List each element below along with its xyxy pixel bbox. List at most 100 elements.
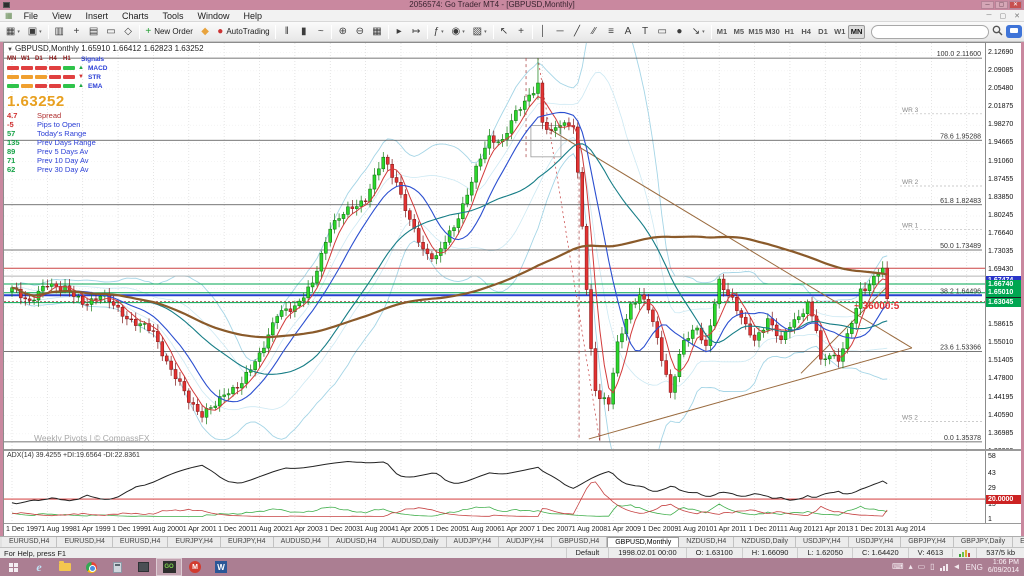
market-watch-button[interactable]: ▥	[52, 24, 67, 40]
collapse-ohlc-icon[interactable]: ▼	[7, 47, 13, 53]
tile-windows-button[interactable]: ▦	[369, 24, 384, 40]
menu-item-window[interactable]: Window	[190, 10, 236, 22]
clock[interactable]: 1:06 PM 6/09/2014	[988, 559, 1019, 575]
data-window-button[interactable]: +	[69, 24, 84, 40]
chart-tab-gbpusd-monthly[interactable]: GBPUSD,Monthly	[607, 537, 679, 547]
chart-tab-euraud-h4[interactable]: EURAUD,H4	[1013, 537, 1024, 547]
taskbar-go-trader[interactable]: GO	[156, 558, 182, 576]
timeframe-m1[interactable]: M1	[714, 25, 731, 39]
text-button[interactable]: A	[621, 24, 636, 40]
menu-item-file[interactable]: File	[17, 10, 46, 22]
time-axis[interactable]: 1 Dec 19971 Aug 19981 Apr 19991 Dec 1999…	[4, 524, 1021, 536]
chart-tab-audjpy-h4[interactable]: AUDJPY,H4	[447, 537, 500, 547]
rectangle-button[interactable]: ▭	[655, 24, 670, 40]
chart-tab-gbpjpy-daily[interactable]: GBPJPY,Daily	[954, 537, 1013, 547]
bar-chart-button[interactable]: ‖	[279, 24, 294, 40]
taskbar-file-explorer[interactable]	[52, 558, 78, 576]
adx-indicator-pane[interactable]: ADX(14) 39.4255 +DI:19.6564 -DI:22.8361	[4, 451, 985, 523]
power-icon[interactable]: ▯	[930, 558, 934, 576]
child-restore-button[interactable]: ▢	[996, 12, 1011, 20]
zoom-out-button[interactable]: ⊖	[352, 24, 367, 40]
timeframe-m5[interactable]: M5	[730, 25, 747, 39]
templates-button[interactable]: ▧▾	[470, 24, 490, 40]
horizontal-line-button[interactable]: ─	[553, 24, 568, 40]
crosshair-button[interactable]: +	[514, 24, 529, 40]
vertical-line-button[interactable]: │	[536, 24, 551, 40]
language-indicator[interactable]: ENG	[966, 563, 983, 572]
status-profile[interactable]: Default	[566, 548, 609, 558]
periods-button[interactable]: ◉▾	[449, 24, 468, 40]
profiles-button[interactable]: ▣▾	[25, 24, 45, 40]
trend-line-button[interactable]: ╱	[570, 24, 585, 40]
chart-tab-eurjpy-h4[interactable]: EURJPY,H4	[168, 537, 221, 547]
menu-item-tools[interactable]: Tools	[155, 10, 190, 22]
chart-window[interactable]: ▼GBPUSD,Monthly 1.65910 1.66412 1.62823 …	[3, 42, 1021, 536]
taskbar-terminal[interactable]	[130, 558, 156, 576]
menu-item-view[interactable]: View	[45, 10, 78, 22]
chart-tab-audusd-daily[interactable]: AUDUSD,Daily	[384, 537, 446, 547]
community-button[interactable]	[1006, 25, 1022, 38]
cursor-button[interactable]: ↖	[497, 24, 512, 40]
chart-tab-usdjpy-h4[interactable]: USDJPY,H4	[849, 537, 902, 547]
timeframe-h1[interactable]: H1	[781, 25, 798, 39]
menu-item-help[interactable]: Help	[237, 10, 270, 22]
taskbar-start[interactable]	[0, 558, 26, 576]
chart-tab-usdjpy-h4[interactable]: USDJPY,H4	[796, 537, 849, 547]
ohlc-info-line[interactable]: ▼GBPUSD,Monthly 1.65910 1.66412 1.62823 …	[7, 44, 204, 53]
child-minimize-button[interactable]: ─	[983, 12, 996, 19]
menu-item-charts[interactable]: Charts	[115, 10, 156, 22]
timeframe-h4[interactable]: H4	[798, 25, 815, 39]
timeframe-d1[interactable]: D1	[815, 25, 832, 39]
candlestick-chart-button[interactable]: ▮	[296, 24, 311, 40]
chart-surface[interactable]: ▼GBPUSD,Monthly 1.65910 1.66412 1.62823 …	[4, 43, 985, 449]
chart-tab-eurusd-h4[interactable]: EURUSD,H4	[57, 537, 112, 547]
chart-tab-nzdusd-h4[interactable]: NZDUSD,H4	[679, 537, 734, 547]
equidistant-channel-button[interactable]: ∕∕	[587, 24, 602, 40]
strategy-tester-button[interactable]: ◇	[121, 24, 136, 40]
minimize-button[interactable]: ─	[981, 1, 994, 9]
timeframe-mn[interactable]: MN	[848, 25, 865, 39]
zoom-in-button[interactable]: ⊕	[335, 24, 350, 40]
maximize-button[interactable]: ▢	[995, 1, 1008, 9]
menu-item-insert[interactable]: Insert	[78, 10, 115, 22]
chart-tab-audusd-h4[interactable]: AUDUSD,H4	[274, 537, 329, 547]
ellipse-button[interactable]: ●	[672, 24, 687, 40]
auto-scroll-button[interactable]: ▸	[392, 24, 407, 40]
navigator-button[interactable]: ▤	[86, 24, 101, 40]
chart-tab-eurusd-h4[interactable]: EURUSD,H4	[113, 537, 168, 547]
chart-shift-button[interactable]: ↦	[409, 24, 424, 40]
search-input[interactable]	[871, 25, 989, 39]
taskbar-metatrader[interactable]: M	[182, 558, 208, 576]
timeframe-w1[interactable]: W1	[831, 25, 848, 39]
fibonacci-retracement-button[interactable]: ≡	[604, 24, 619, 40]
metaeditor-button[interactable]: ◆	[198, 24, 213, 40]
show-hidden-icons[interactable]: ▴	[909, 558, 913, 576]
autotrading-button[interactable]: ●AutoTrading	[215, 24, 273, 40]
arrows-button[interactable]: ↘▾	[689, 24, 708, 40]
close-button[interactable]: ✕	[1009, 1, 1022, 9]
chart-tab-eurjpy-h4[interactable]: EURJPY,H4	[221, 537, 274, 547]
chart-tab-audjpy-h4[interactable]: AUDJPY,H4	[499, 537, 552, 547]
touch-keyboard-icon[interactable]: ⌨	[892, 558, 904, 576]
text-label-button[interactable]: T	[638, 24, 653, 40]
new-chart-button[interactable]: ▦▾	[3, 24, 23, 40]
chart-tab-eurusd-h4[interactable]: EURUSD,H4	[2, 537, 57, 547]
taskbar-word[interactable]: W	[208, 558, 234, 576]
new-order-button[interactable]: +New Order	[143, 24, 196, 40]
indicators-button[interactable]: ƒ▾	[431, 24, 447, 40]
taskbar-chrome[interactable]	[78, 558, 104, 576]
line-chart-button[interactable]: ~	[313, 24, 328, 40]
volume-icon[interactable]: ◄	[953, 558, 961, 576]
chart-tab-nzdusd-daily[interactable]: NZDUSD,Daily	[734, 537, 796, 547]
child-close-button[interactable]: ✕	[1010, 12, 1024, 20]
timeframe-m30[interactable]: M30	[764, 25, 781, 39]
chart-tab-gbpusd-h4[interactable]: GBPUSD,H4	[552, 537, 607, 547]
chart-tab-gbpjpy-h4[interactable]: GBPJPY,H4	[901, 537, 954, 547]
chart-tab-audusd-h4[interactable]: AUDUSD,H4	[329, 537, 384, 547]
taskbar-calculator[interactable]	[104, 558, 130, 576]
network-icon[interactable]	[940, 563, 948, 571]
timeframe-m15[interactable]: M15	[747, 25, 764, 39]
taskbar-internet-explorer[interactable]: e	[26, 558, 52, 576]
monitor-icon[interactable]: ▭	[918, 558, 926, 576]
search-icon[interactable]	[992, 23, 1003, 41]
